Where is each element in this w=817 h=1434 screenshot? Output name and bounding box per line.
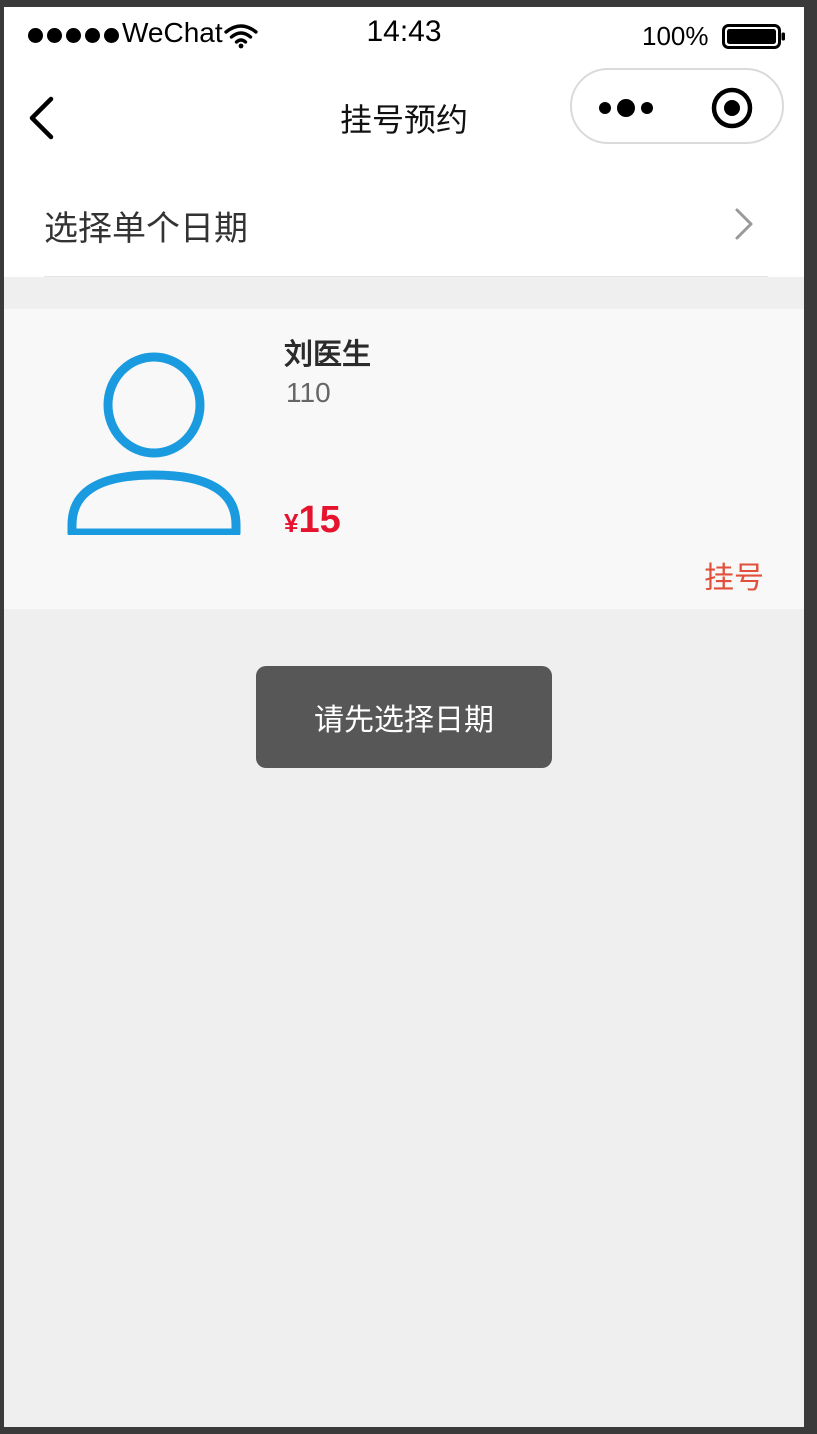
user-avatar-icon [67,352,241,535]
more-dots-icon[interactable] [596,95,656,121]
date-selector[interactable]: 选择单个日期 [4,171,804,277]
status-bar: WeChat 14:43 100% [4,7,804,65]
price-currency: ¥ [284,508,299,538]
doctor-id: 110 [286,377,331,408]
mini-program-capsule [570,68,784,144]
navigation-bar: 挂号预约 [4,65,804,171]
battery-icon [722,24,785,49]
doctor-card: 刘医生 110 ¥15 挂号 [4,309,804,609]
target-circle-icon[interactable] [710,86,754,130]
price-amount: 15 [298,499,341,541]
register-button[interactable]: 挂号 [704,553,764,597]
phone-screen: WeChat 14:43 100% 挂号预约 选择单个日期 刘医生 110 ¥1… [4,7,804,1427]
battery-percent: 100% [642,21,709,51]
toast-message: 请先选择日期 [314,703,494,738]
toast: 请先选择日期 [256,666,552,768]
doctor-name: 刘医生 [284,337,372,371]
divider [44,276,768,277]
chevron-right-icon [735,208,753,240]
price: ¥15 [284,499,341,542]
date-selector-label: 选择单个日期 [44,209,248,249]
capsule-divider [678,88,679,128]
